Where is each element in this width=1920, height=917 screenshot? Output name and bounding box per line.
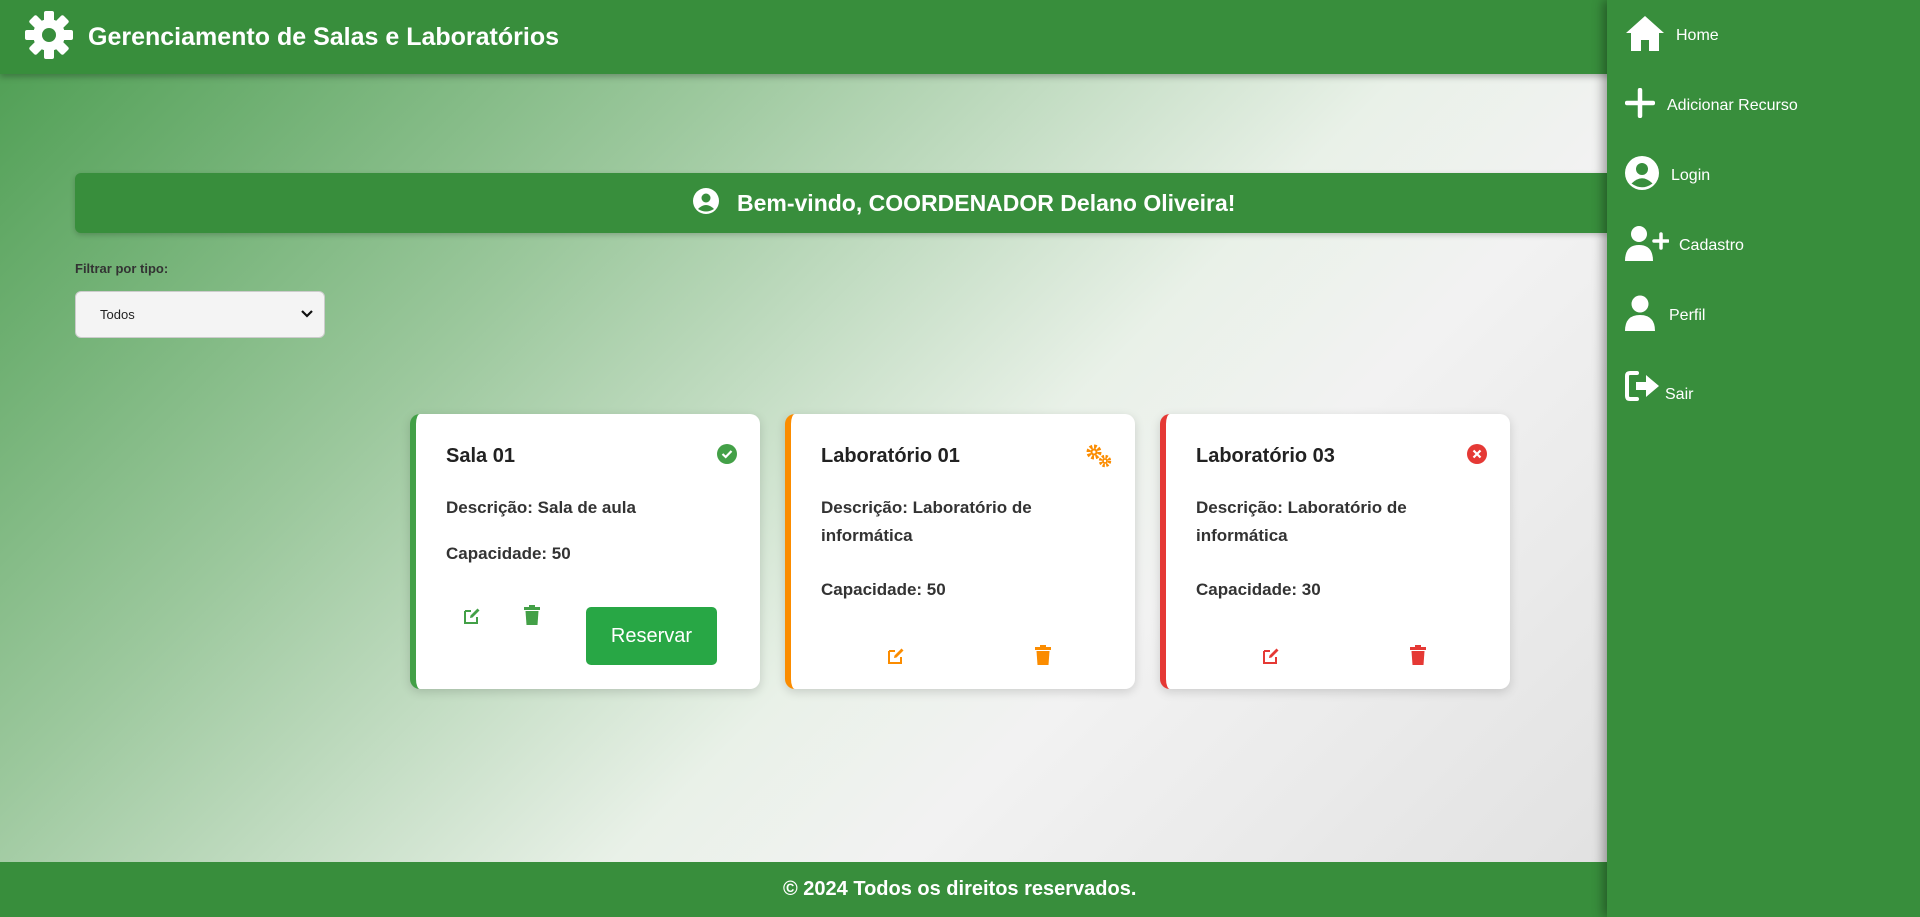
trash-icon[interactable] [1034, 645, 1052, 670]
sidebar-item-login[interactable]: Login [1625, 156, 1710, 195]
plus-icon [1624, 87, 1656, 123]
user-circle-icon [693, 187, 719, 219]
chevron-down-icon [300, 307, 314, 322]
type-filter-select[interactable]: Todos [75, 291, 325, 338]
edit-icon[interactable] [1261, 646, 1281, 671]
sidebar-item-home[interactable]: Home [1625, 14, 1719, 57]
sidebar-item-label: Cadastro [1679, 236, 1744, 254]
user-icon [1625, 295, 1655, 336]
card-title: Laboratório 03 [1196, 445, 1335, 467]
sidebar-item-label: Home [1676, 26, 1719, 44]
card-capacity: Capacidade: 50 [821, 580, 946, 599]
times-circle-icon [1467, 444, 1487, 469]
resource-card: Laboratório 03 Descrição: Laboratório de… [1160, 414, 1510, 689]
edit-icon[interactable] [462, 606, 482, 631]
card-description: Descrição: Laboratório de informática [1196, 498, 1407, 545]
sign-out-icon [1625, 370, 1661, 407]
card-capacity: Capacidade: 30 [1196, 580, 1321, 599]
welcome-text: Bem-vindo, COORDENADOR Delano Oliveira! [737, 189, 1236, 216]
trash-icon[interactable] [523, 605, 541, 630]
card-title: Sala 01 [446, 445, 515, 467]
edit-icon[interactable] [886, 646, 906, 671]
trash-icon[interactable] [1409, 645, 1427, 670]
user-plus-icon [1625, 225, 1670, 266]
filter-label: Filtrar por tipo: [75, 261, 169, 276]
sidebar-item-label: Sair [1665, 385, 1694, 403]
sidebar-item-label: Login [1671, 166, 1711, 184]
filter-selected-value: Todos [100, 307, 135, 322]
card-description: Descrição: Laboratório de informática [821, 498, 1032, 545]
check-circle-icon [717, 444, 737, 469]
user-circle-icon [1625, 156, 1659, 195]
reserve-button[interactable]: Reservar [586, 607, 717, 665]
gear-icon [24, 10, 74, 65]
app-title: Gerenciamento de Salas e Laboratórios [88, 22, 559, 51]
sidebar-item-label: Adicionar Recurso [1667, 96, 1798, 114]
sidebar-item-label: Perfil [1669, 306, 1706, 324]
sidebar-item-cadastro[interactable]: Cadastro [1625, 225, 1744, 266]
card-description: Descrição: Sala de aula [446, 498, 636, 517]
card-capacity: Capacidade: 50 [446, 544, 571, 563]
sidebar-item-adicionar-recurso[interactable]: Adicionar Recurso [1624, 87, 1798, 123]
card-title: Laboratório 01 [821, 445, 960, 467]
resource-card: Laboratório 01 Descrição: Laboratório de… [785, 414, 1135, 689]
sidebar-item-sair[interactable]: Sair [1625, 370, 1693, 407]
sidebar-nav: Home Adicionar Recurso Login Cadastro Pe… [1607, 0, 1920, 917]
footer-text: © 2024 Todos os direitos reservados. [783, 878, 1137, 900]
cogs-icon [1086, 444, 1112, 473]
sidebar-item-perfil[interactable]: Perfil [1625, 295, 1705, 336]
home-icon [1625, 14, 1665, 57]
resource-card: Sala 01 Descrição: Sala de aula Capacida… [410, 414, 760, 689]
